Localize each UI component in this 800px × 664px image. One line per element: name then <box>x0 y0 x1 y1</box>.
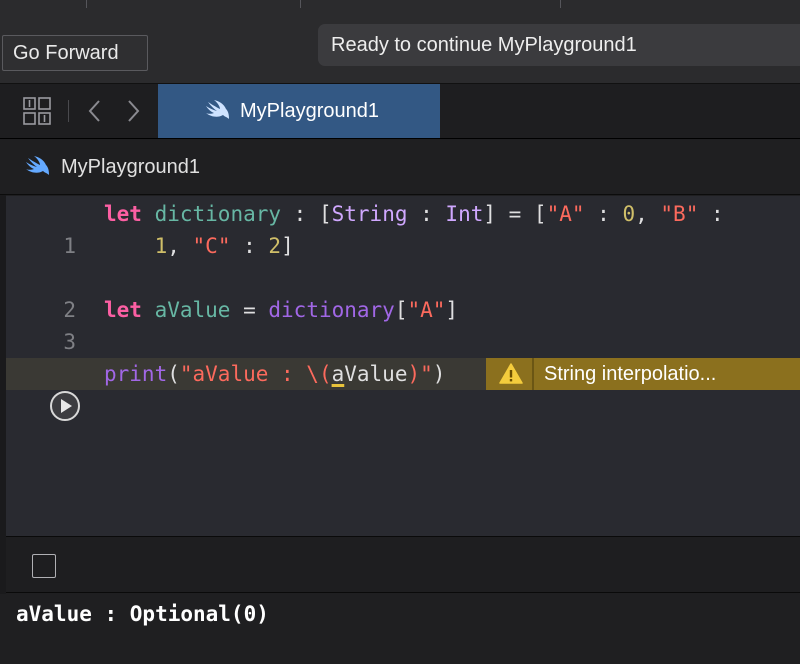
console-output: aValue : Optional(0) <box>0 594 800 664</box>
code-paren: ) <box>432 362 446 386</box>
go-back-button[interactable] <box>82 96 108 126</box>
string-literal: "A" <box>546 202 585 226</box>
go-forward-tooltip: Go Forward <box>2 35 148 71</box>
toolbar-top-strip <box>0 0 800 18</box>
editor-tab-bar: MyPlayground1 <box>0 84 800 139</box>
code-colon: : <box>230 234 269 258</box>
code-colon: : <box>281 202 319 226</box>
code-line: 2 <box>6 262 800 322</box>
string-literal: "A" <box>407 298 446 322</box>
code-bracket: ] <box>445 298 459 322</box>
tab-myplayground1[interactable]: MyPlayground1 <box>158 84 440 138</box>
run-playground-button[interactable] <box>49 390 81 422</box>
code-punct: ] = [ <box>483 202 547 226</box>
strip-divider <box>560 0 561 8</box>
code-comma: , <box>167 234 193 258</box>
string-literal: "aValue : \( <box>179 362 332 386</box>
string-literal: "B" <box>660 202 699 226</box>
identifier-dictionary-ref: dictionary <box>268 298 395 322</box>
type-int: Int <box>445 202 484 226</box>
warning-triangle-icon[interactable] <box>499 362 523 386</box>
code-text: print("aValue : \(aValue)") <box>104 358 445 390</box>
number-literal: 1 <box>154 234 168 258</box>
swift-file-icon <box>26 156 49 175</box>
number-literal: 0 <box>622 202 636 226</box>
window-toolbar: Ready to continue MyPlayground1 Go Forwa… <box>0 0 800 84</box>
number-literal: 2 <box>268 234 282 258</box>
tab-label: MyPlayground1 <box>240 100 379 122</box>
debug-area-bar <box>6 536 800 593</box>
show-debug-area-checkbox[interactable] <box>32 554 56 578</box>
identifier-avalue: aValue <box>154 298 231 322</box>
inline-warning[interactable]: String interpolatio... <box>486 358 800 390</box>
go-forward-button[interactable] <box>120 96 146 126</box>
console-line: aValue : Optional(0) <box>16 602 269 626</box>
code-line: 4 <box>6 326 800 386</box>
keyword-let: let <box>104 202 142 226</box>
function-print: print <box>104 362 168 386</box>
code-assign: = <box>230 298 269 322</box>
source-editor[interactable]: 1 let dictionary : [String : Int] = ["A"… <box>6 196 800 536</box>
jump-bar-file[interactable]: MyPlayground1 <box>61 139 200 195</box>
strip-divider <box>300 0 301 8</box>
tab-bar-divider <box>68 100 69 122</box>
code-line-current: 5 print("aValue : \(aValue)") String int… <box>6 358 800 418</box>
type-string: String <box>331 202 408 226</box>
strip-divider <box>86 0 87 8</box>
code-comma: , <box>635 202 661 226</box>
code-paren: ( <box>167 362 180 386</box>
string-literal: "C" <box>192 234 231 258</box>
code-text: let aValue = dictionary["A"] <box>104 294 458 326</box>
keyword-let: let <box>104 298 142 322</box>
warning-message: String interpolatio... <box>544 363 717 385</box>
code-text: 1, "C" : 2] <box>104 230 294 262</box>
code-bracket: ] <box>281 234 294 258</box>
interpolated-identifier: Value <box>344 362 408 386</box>
swift-icon <box>206 100 229 119</box>
code-bracket: [ <box>318 202 332 226</box>
code-text: let dictionary : [String : Int] = ["A" :… <box>104 198 724 230</box>
jump-bar: MyPlayground1 <box>0 139 800 195</box>
xcode-playground-window: Ready to continue MyPlayground1 Go Forwa… <box>0 0 800 664</box>
code-bracket: [ <box>394 298 408 322</box>
warning-icon-cell[interactable] <box>486 358 534 390</box>
code-line: 1 let dictionary : [String : Int] = ["A"… <box>6 198 800 258</box>
warning-underlined-char: a <box>331 362 345 386</box>
code-line-wrapped: 1, "C" : 2] <box>6 230 800 262</box>
string-literal: )" <box>407 362 433 386</box>
code-colon: : <box>698 202 724 226</box>
code-line: 3 let aValue = dictionary["A"] <box>6 294 800 354</box>
code-colon: : <box>584 202 623 226</box>
identifier-dictionary: dictionary <box>154 202 282 226</box>
activity-status: Ready to continue MyPlayground1 <box>318 24 800 66</box>
code-colon: : <box>407 202 446 226</box>
related-items-grid-icon[interactable] <box>22 96 52 126</box>
